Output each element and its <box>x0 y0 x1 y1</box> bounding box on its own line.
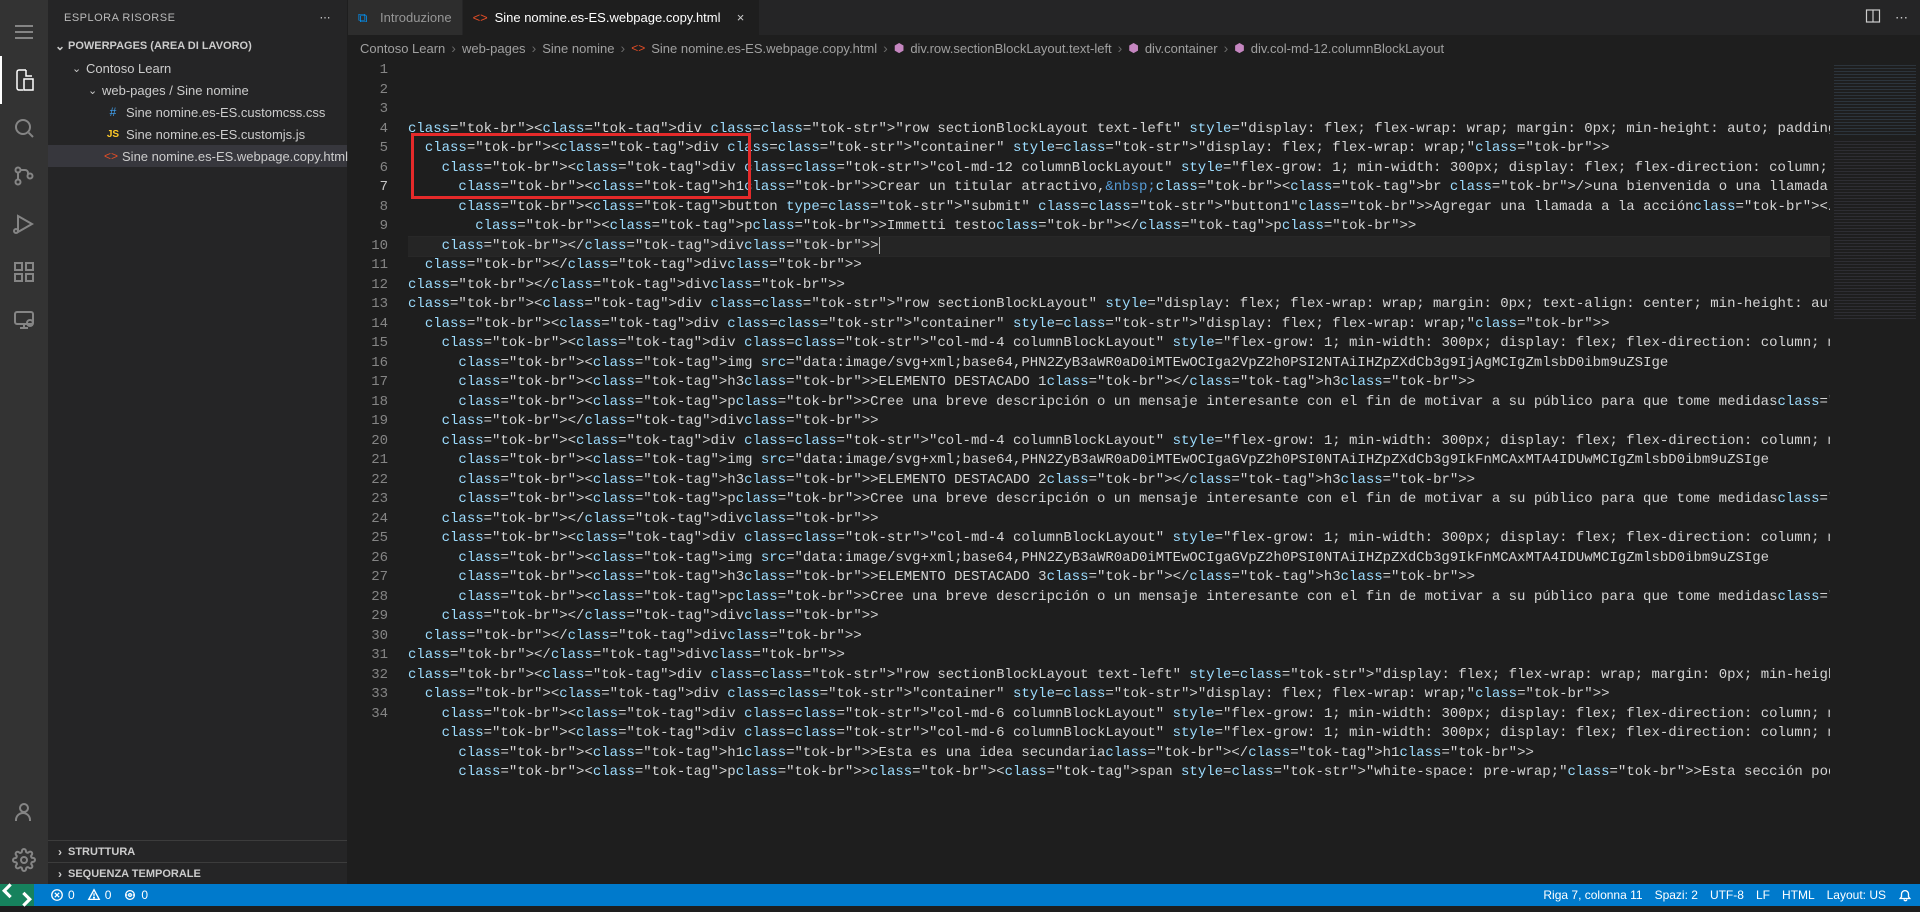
code-content[interactable]: class="tok-br"><class="tok-tag">div clas… <box>408 61 1830 884</box>
line-number-gutter: 1234567891011121314151617181920212223242… <box>348 61 408 884</box>
file-label: Sine nomine.es-ES.webpage.copy.html <box>122 149 348 164</box>
tab-bar-actions: ⋯ <box>1853 0 1920 35</box>
tree-file-css[interactable]: # Sine nomine.es-ES.customcss.css <box>48 101 347 123</box>
breadcrumb-item[interactable]: Contoso Learn <box>360 41 445 56</box>
status-eol[interactable]: LF <box>1756 888 1770 902</box>
chevron-down-icon: ⌄ <box>52 39 68 53</box>
tree-folder-webpages[interactable]: ⌄ web-pages / Sine nomine <box>48 79 347 101</box>
accounts-icon[interactable] <box>0 788 48 836</box>
tree-file-html[interactable]: <> Sine nomine.es-ES.webpage.copy.html <box>48 145 347 167</box>
status-bar: 0 0 0 Riga 7, colonna 11 Spazi: 2 UTF-8 … <box>0 884 1920 906</box>
activity-bar <box>0 0 48 884</box>
tab-label: Sine nomine.es-ES.webpage.copy.html <box>495 10 721 25</box>
outline-section[interactable]: › STRUTTURA <box>48 840 347 862</box>
status-language[interactable]: HTML <box>1782 888 1815 902</box>
status-encoding[interactable]: UTF-8 <box>1710 888 1744 902</box>
sidebar-title-row: ESPLORA RISORSE ⋯ <box>48 0 347 35</box>
css-file-icon: # <box>104 105 122 119</box>
menu-icon[interactable] <box>0 8 48 56</box>
workspace-header[interactable]: ⌄ POWERPAGES (AREA DI LAVORO) <box>48 35 347 57</box>
breadcrumb[interactable]: Contoso Learn › web-pages › Sine nomine › <… <box>348 35 1920 61</box>
tab-label: Introduzione <box>380 10 452 25</box>
minimap[interactable] <box>1830 61 1920 884</box>
file-tree: ⌄ Contoso Learn ⌄ web-pages / Sine nomin… <box>48 57 347 167</box>
tab-webpage-html[interactable]: <> Sine nomine.es-ES.webpage.copy.html × <box>463 0 760 35</box>
breadcrumb-item[interactable]: Sine nomine.es-ES.webpage.copy.html <box>651 41 877 56</box>
run-debug-icon[interactable] <box>0 200 48 248</box>
remote-indicator[interactable] <box>0 884 34 906</box>
chevron-down-icon: ⌄ <box>88 84 102 97</box>
source-control-icon[interactable] <box>0 152 48 200</box>
error-count: 0 <box>68 888 75 902</box>
ports-count: 0 <box>141 888 148 902</box>
timeline-section[interactable]: › SEQUENZA TEMPORALE <box>48 862 347 884</box>
search-icon[interactable] <box>0 104 48 152</box>
chevron-right-icon: › <box>532 40 537 56</box>
status-warnings[interactable]: 0 <box>87 888 112 902</box>
tab-bar: ⧉ Introduzione <> Sine nomine.es-ES.webp… <box>348 0 1920 35</box>
folder-sep: / <box>166 83 177 98</box>
symbol-icon: ⬢ <box>1128 41 1138 55</box>
status-indentation[interactable]: Spazi: 2 <box>1655 888 1698 902</box>
breadcrumb-item[interactable]: div.container <box>1145 41 1218 56</box>
chevron-down-icon: ⌄ <box>72 62 86 75</box>
status-keyboard-layout[interactable]: Layout: US <box>1827 888 1886 902</box>
breadcrumb-item[interactable]: Sine nomine <box>542 41 614 56</box>
html-file-icon: <> <box>104 149 118 163</box>
more-actions-icon[interactable]: ⋯ <box>1895 10 1908 26</box>
symbol-icon: ⬢ <box>894 41 904 55</box>
tab-introduzione[interactable]: ⧉ Introduzione <box>348 0 463 35</box>
breadcrumb-item[interactable]: div.row.sectionBlockLayout.text-left <box>910 41 1111 56</box>
folder-label: Contoso Learn <box>86 61 171 76</box>
status-errors[interactable]: 0 <box>50 888 75 902</box>
workspace-title: POWERPAGES (AREA DI LAVORO) <box>68 40 252 52</box>
status-ports[interactable]: 0 <box>123 888 148 902</box>
warning-count: 0 <box>105 888 112 902</box>
breadcrumb-item[interactable]: web-pages <box>462 41 526 56</box>
chevron-right-icon: › <box>621 40 626 56</box>
file-label: Sine nomine.es-ES.customcss.css <box>126 105 325 120</box>
html-file-icon: <> <box>473 10 489 25</box>
settings-gear-icon[interactable] <box>0 836 48 884</box>
breadcrumb-item[interactable]: div.col-md-12.columnBlockLayout <box>1251 41 1444 56</box>
folder-label: web-pages <box>102 83 166 98</box>
html-file-icon: <> <box>631 41 645 55</box>
sidebar-title: ESPLORA RISORSE <box>64 12 175 24</box>
remote-explorer-icon[interactable] <box>0 296 48 344</box>
timeline-label: SEQUENZA TEMPORALE <box>68 868 201 880</box>
explorer-icon[interactable] <box>0 56 48 104</box>
js-file-icon: JS <box>104 129 122 140</box>
status-cursor-position[interactable]: Riga 7, colonna 11 <box>1543 888 1642 902</box>
chevron-right-icon: › <box>451 40 456 56</box>
tree-folder-root[interactable]: ⌄ Contoso Learn <box>48 57 347 79</box>
status-notifications-icon[interactable] <box>1898 888 1912 902</box>
vscode-icon: ⧉ <box>358 10 374 26</box>
file-label: Sine nomine.es-ES.customjs.js <box>126 127 305 142</box>
explorer-sidebar: ESPLORA RISORSE ⋯ ⌄ POWERPAGES (AREA DI … <box>48 0 348 884</box>
symbol-icon: ⬢ <box>1234 41 1244 55</box>
close-icon[interactable]: × <box>733 10 749 25</box>
chevron-right-icon: › <box>1224 40 1229 56</box>
chevron-right-icon: › <box>52 867 68 881</box>
chevron-right-icon: › <box>52 845 68 859</box>
extensions-icon[interactable] <box>0 248 48 296</box>
chevron-right-icon: › <box>1118 40 1123 56</box>
chevron-right-icon: › <box>883 40 888 56</box>
folder-label: Sine nomine <box>176 83 248 98</box>
tree-file-js[interactable]: JS Sine nomine.es-ES.customjs.js <box>48 123 347 145</box>
sidebar-more-icon[interactable]: ⋯ <box>320 11 332 24</box>
split-editor-icon[interactable] <box>1865 8 1881 27</box>
outline-label: STRUTTURA <box>68 846 135 858</box>
code-editor[interactable]: 1234567891011121314151617181920212223242… <box>348 61 1920 884</box>
editor-group: ⧉ Introduzione <> Sine nomine.es-ES.webp… <box>348 0 1920 884</box>
